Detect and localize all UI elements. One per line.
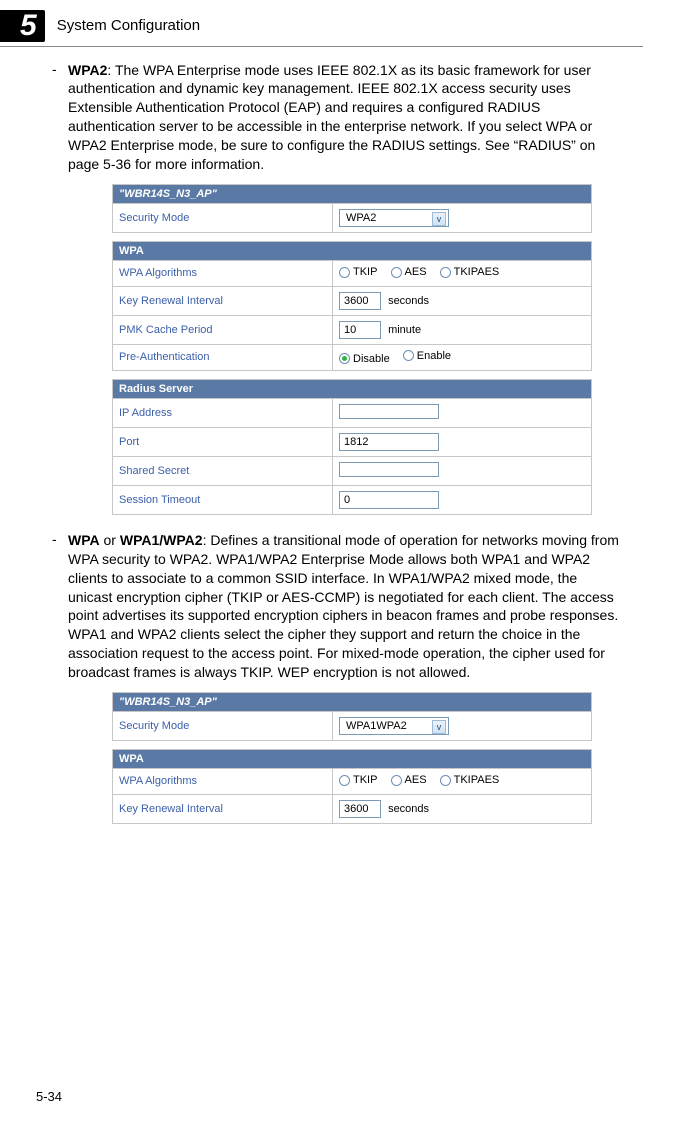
wpa-settings-table: WPA Algorithms TKIP AES TKIPAES Key Rene… xyxy=(112,260,592,371)
wpa-header: WPA xyxy=(112,749,592,768)
config-panel-wpa2: "WBR14S_N3_AP" Security Mode WPA2 v WPA … xyxy=(112,184,592,515)
radio-label: Disable xyxy=(353,353,390,365)
radio-label: TKIPAES xyxy=(454,266,500,278)
pmk-cache-unit: minute xyxy=(388,324,421,336)
session-timeout-input[interactable]: 0 xyxy=(339,491,439,509)
chapter-header: 5 System Configuration xyxy=(0,0,643,47)
session-timeout-label: Session Timeout xyxy=(113,485,333,514)
ip-address-input[interactable] xyxy=(339,404,439,419)
security-mode-table: Security Mode WPA2 v xyxy=(112,203,592,233)
bullet-text: WPA2: The WPA Enterprise mode uses IEEE … xyxy=(68,61,625,174)
radio-label: Enable xyxy=(417,350,451,362)
bullet-wpa1wpa2: - WPA or WPA1/WPA2: Defines a transition… xyxy=(52,531,625,682)
radio-icon xyxy=(391,775,402,786)
page-number: 5-34 xyxy=(36,1089,62,1104)
config-panel-wpa1wpa2: "WBR14S_N3_AP" Security Mode WPA1WPA2 v … xyxy=(112,692,592,824)
shared-secret-input[interactable] xyxy=(339,462,439,477)
bullet-lead2: WPA1/WPA2 xyxy=(120,532,203,548)
key-renewal-unit: seconds xyxy=(388,295,429,307)
security-mode-table: Security Mode WPA1WPA2 v xyxy=(112,711,592,741)
shared-secret-label: Shared Secret xyxy=(113,456,333,485)
radio-icon xyxy=(339,267,350,278)
radio-disable[interactable]: Disable xyxy=(339,353,390,365)
radio-aes[interactable]: AES xyxy=(391,266,427,278)
bullet-dash: - xyxy=(52,61,68,174)
radio-aes[interactable]: AES xyxy=(391,774,427,786)
radio-tkipaes[interactable]: TKIPAES xyxy=(440,266,500,278)
bullet-mid: or xyxy=(100,532,120,548)
security-mode-select[interactable]: WPA2 v xyxy=(339,209,449,227)
wpa-settings-table: WPA Algorithms TKIP AES TKIPAES Key Rene… xyxy=(112,768,592,824)
key-renewal-label: Key Renewal Interval xyxy=(113,794,333,823)
ip-address-label: IP Address xyxy=(113,398,333,427)
port-label: Port xyxy=(113,427,333,456)
security-mode-value: WPA1WPA2 xyxy=(346,720,407,732)
radio-label: TKIP xyxy=(353,774,377,786)
chapter-title: System Configuration xyxy=(57,17,200,34)
wpa-header: WPA xyxy=(112,241,592,260)
wpa-algorithms-label: WPA Algorithms xyxy=(113,260,333,286)
chevron-down-icon: v xyxy=(432,720,446,734)
preauth-label: Pre-Authentication xyxy=(113,344,333,370)
radius-header: Radius Server xyxy=(112,379,592,398)
pmk-cache-label: PMK Cache Period xyxy=(113,315,333,344)
radio-label: AES xyxy=(405,774,427,786)
chapter-number: 5 xyxy=(0,10,45,42)
wpa-algorithms-value: TKIP AES TKIPAES xyxy=(333,768,592,794)
body: - WPA2: The WPA Enterprise mode uses IEE… xyxy=(52,61,625,824)
radio-label: AES xyxy=(405,266,427,278)
bullet-lead1: WPA xyxy=(68,532,100,548)
bullet-wpa2: - WPA2: The WPA Enterprise mode uses IEE… xyxy=(52,61,625,174)
bullet-lead: WPA2 xyxy=(68,62,107,78)
radio-tkip[interactable]: TKIP xyxy=(339,266,377,278)
radio-icon xyxy=(339,353,350,364)
security-mode-value: WPA2 xyxy=(346,212,376,224)
wpa-algorithms-value: TKIP AES TKIPAES xyxy=(333,260,592,286)
chapter-number-box: 5 xyxy=(0,10,45,42)
radio-label: TKIP xyxy=(353,266,377,278)
radius-settings-table: IP Address Port 1812 Shared Secret Sessi… xyxy=(112,398,592,515)
port-input[interactable]: 1812 xyxy=(339,433,439,451)
key-renewal-input[interactable]: 3600 xyxy=(339,292,381,310)
bullet-dash: - xyxy=(52,531,68,682)
radio-tkip[interactable]: TKIP xyxy=(339,774,377,786)
bullet-body: : Defines a transitional mode of operati… xyxy=(68,532,619,680)
ssid-header: "WBR14S_N3_AP" xyxy=(112,184,592,203)
radio-icon xyxy=(440,267,451,278)
wpa-algorithms-label: WPA Algorithms xyxy=(113,768,333,794)
key-renewal-unit: seconds xyxy=(388,803,429,815)
radio-icon xyxy=(339,775,350,786)
bullet-body: : The WPA Enterprise mode uses IEEE 802.… xyxy=(68,62,595,172)
key-renewal-input[interactable]: 3600 xyxy=(339,800,381,818)
radio-tkipaes[interactable]: TKIPAES xyxy=(440,774,500,786)
bullet-text: WPA or WPA1/WPA2: Defines a transitional… xyxy=(68,531,625,682)
radio-label: TKIPAES xyxy=(454,774,500,786)
radio-icon xyxy=(391,267,402,278)
security-mode-label: Security Mode xyxy=(113,203,333,232)
key-renewal-label: Key Renewal Interval xyxy=(113,286,333,315)
security-mode-label: Security Mode xyxy=(113,711,333,740)
radio-icon xyxy=(403,350,414,361)
ssid-header: "WBR14S_N3_AP" xyxy=(112,692,592,711)
radio-icon xyxy=(440,775,451,786)
security-mode-select[interactable]: WPA1WPA2 v xyxy=(339,717,449,735)
radio-enable[interactable]: Enable xyxy=(403,350,451,362)
chevron-down-icon: v xyxy=(432,212,446,226)
pmk-cache-input[interactable]: 10 xyxy=(339,321,381,339)
